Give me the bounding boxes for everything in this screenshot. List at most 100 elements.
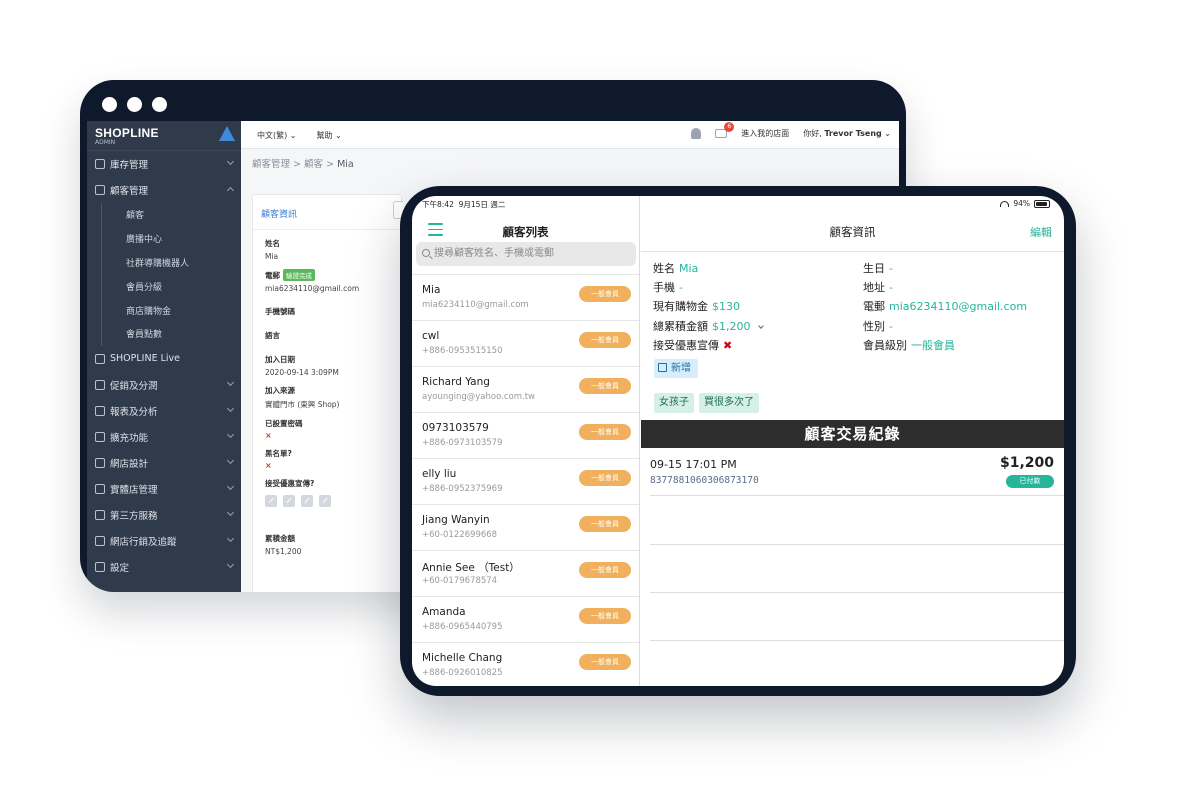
window-dot[interactable]: [127, 97, 142, 112]
password-label: 已設置密碼: [265, 419, 303, 428]
add-note-button[interactable]: 新增: [654, 359, 698, 378]
info-field: 地址 -: [863, 279, 1027, 298]
language-selector[interactable]: 中文(繁) ⌄: [257, 130, 297, 141]
edit-button[interactable]: 編輯: [1030, 224, 1052, 240]
sidebar-subitem[interactable]: 商店購物金: [101, 298, 241, 322]
enter-store-link[interactable]: 進入我的店面: [741, 128, 789, 139]
chart-icon: [95, 405, 105, 416]
info-value: -: [889, 319, 893, 333]
customer-list-item[interactable]: elly liu +886-0952375969 一般會員: [412, 459, 639, 505]
customer-list-item[interactable]: Richard Yang ayounging@yahoo.com.tw 一般會員: [412, 367, 639, 413]
customer-list-item[interactable]: Amanda +886-0965440795 一般會員: [412, 597, 639, 643]
window-dot[interactable]: [152, 97, 167, 112]
sidebar-subitem[interactable]: 會員分級: [101, 274, 241, 299]
chevron-down-icon: [226, 157, 235, 166]
language-label: 中文(繁): [257, 131, 288, 140]
info-label: 現有購物金: [653, 300, 708, 314]
customer-list-item[interactable]: Mia mia6234110@gmail.com 一般會員: [412, 275, 639, 321]
info-value: $130: [712, 300, 740, 314]
info-label: 電郵: [863, 300, 885, 314]
user-menu[interactable]: 你好, Trevor Tseng ⌄: [803, 128, 891, 139]
sidebar-subitem[interactable]: 顧客: [101, 203, 241, 227]
detail-header: 顧客資訊 編輯: [641, 212, 1064, 252]
sidebar-item-label: 庫存管理: [110, 160, 149, 171]
sidebar-item[interactable]: 報表及分析: [87, 398, 241, 424]
sidebar-subitem[interactable]: 會員點數: [101, 321, 241, 346]
customer-tag[interactable]: 女孩子: [654, 393, 694, 413]
notification-badge: 6: [724, 122, 735, 132]
customer-list-item[interactable]: 0973103579 +886-0973103579 一般會員: [412, 413, 639, 459]
sidebar-subitem[interactable]: 社群導購機器人: [101, 250, 241, 275]
window-dot[interactable]: [102, 97, 117, 112]
checkbox[interactable]: [265, 495, 277, 507]
join-date-value: 2020-09-14 3:09PM: [265, 368, 339, 377]
total-value: NT$1,200: [265, 547, 302, 556]
customer-list-item[interactable]: cwl +886-0953515150 一般會員: [412, 321, 639, 367]
sidebar-item[interactable]: 促銷及分潤: [87, 372, 241, 398]
customer-info-card: 顧客資訊 姓名 Mia 電郵 驗證完成 mia6234110@gmail.com …: [252, 194, 403, 592]
chevron-down-icon: [226, 404, 235, 412]
tag-icon: [95, 379, 105, 390]
checkbox[interactable]: [319, 495, 331, 507]
info-value: Mia: [679, 262, 699, 275]
chevron-down-icon: [226, 378, 235, 386]
info-value: -: [679, 281, 683, 295]
sidebar-item[interactable]: 實體店管理: [87, 476, 241, 502]
info-field: 接受優惠宣傳 ✖: [653, 337, 763, 356]
customer-list-item[interactable]: Annie See （Test） +60-0179678574 一般會員: [412, 551, 639, 597]
customer-contact: +886-0953515150: [422, 346, 503, 356]
transaction-datetime: 09-15 17:01 PM: [650, 458, 737, 471]
breadcrumb-link[interactable]: 顧客: [304, 159, 323, 170]
promo-checkboxes: [265, 495, 395, 507]
customer-contact: +886-0926010825: [422, 668, 503, 678]
member-tier-badge: 一般會員: [579, 332, 631, 348]
sidebar-item[interactable]: 擴充功能: [87, 424, 241, 450]
checkbox[interactable]: [283, 495, 295, 507]
customer-name: Jiang Wanyin: [422, 514, 490, 526]
transaction-row[interactable]: 09-15 17:01 PM 8377881060306873170 $1,20…: [650, 448, 1064, 496]
transactions-header: 顧客交易紀錄: [641, 420, 1064, 448]
empty-row-divider: [650, 592, 1064, 593]
sidebar-item-label: 顧客管理: [110, 186, 149, 197]
customer-tag[interactable]: 買很多次了: [699, 393, 759, 413]
customer-contact: +886-0952375969: [422, 484, 503, 494]
customer-list: Mia mia6234110@gmail.com 一般會員 cwl +886-09535…: [412, 274, 639, 686]
breadcrumb-current: Mia: [337, 159, 354, 170]
plugin-icon: [95, 509, 105, 520]
source-label: 加入來源: [265, 386, 295, 395]
checkbox[interactable]: [301, 495, 313, 507]
blacklist-x-icon: ×: [265, 461, 272, 470]
sidebar-item-label: 第三方服務: [110, 510, 158, 522]
megaphone-icon[interactable]: 6: [715, 122, 735, 138]
info-field: 電郵 mia6234110@gmail.com: [863, 298, 1027, 317]
sidebar-item[interactable]: 網店設計: [87, 450, 241, 476]
customer-contact: +60-0179678574: [422, 576, 498, 586]
info-field: 生日 -: [863, 260, 1027, 279]
customer-search-input[interactable]: 搜尋顧客姓名、手機或電郵: [416, 242, 636, 266]
email-label-row: 電郵 驗證完成: [265, 269, 395, 281]
breadcrumb-link[interactable]: 顧客管理: [252, 159, 290, 170]
shopline-logo[interactable]: SHOPLINE ADMIN: [87, 121, 241, 151]
detail-title: 顧客資訊: [829, 225, 876, 239]
chevron-down-icon[interactable]: [757, 322, 764, 329]
email-label: 電郵: [265, 271, 280, 280]
sidebar-item[interactable]: 網店行銷及追蹤: [87, 528, 241, 554]
info-field: 性別 -: [863, 318, 1027, 337]
join-date-label: 加入日期: [265, 355, 295, 364]
customer-list-item[interactable]: Jiang Wanyin +60-0122699668 一般會員: [412, 505, 639, 551]
customer-list-item[interactable]: Michelle Chang +886-0926010825 一般會員: [412, 643, 639, 686]
sidebar-item[interactable]: 第三方服務: [87, 502, 241, 528]
sidebar-item[interactable]: 顧客管理: [87, 177, 241, 203]
sidebar-item[interactable]: 設定: [87, 554, 241, 580]
sidebar-subitem[interactable]: 廣播中心: [101, 226, 241, 251]
greeting-text: 你好,: [803, 129, 822, 138]
help-menu[interactable]: 幫助 ⌄: [317, 130, 342, 141]
target-icon: [95, 535, 105, 546]
sidebar-item-label: 促銷及分潤: [110, 380, 158, 392]
sidebar-item[interactable]: 庫存管理: [87, 151, 241, 177]
sidebar-item[interactable]: SHOPLINE Live: [87, 346, 241, 372]
member-tier-badge: 一般會員: [579, 562, 631, 578]
admin-topbar: 中文(繁) ⌄ 幫助 ⌄ 6 進入我的店面 你好, Trevor Tseng ⌄: [241, 121, 899, 149]
chevron-down-icon: [226, 482, 235, 490]
bell-icon[interactable]: [691, 128, 702, 139]
